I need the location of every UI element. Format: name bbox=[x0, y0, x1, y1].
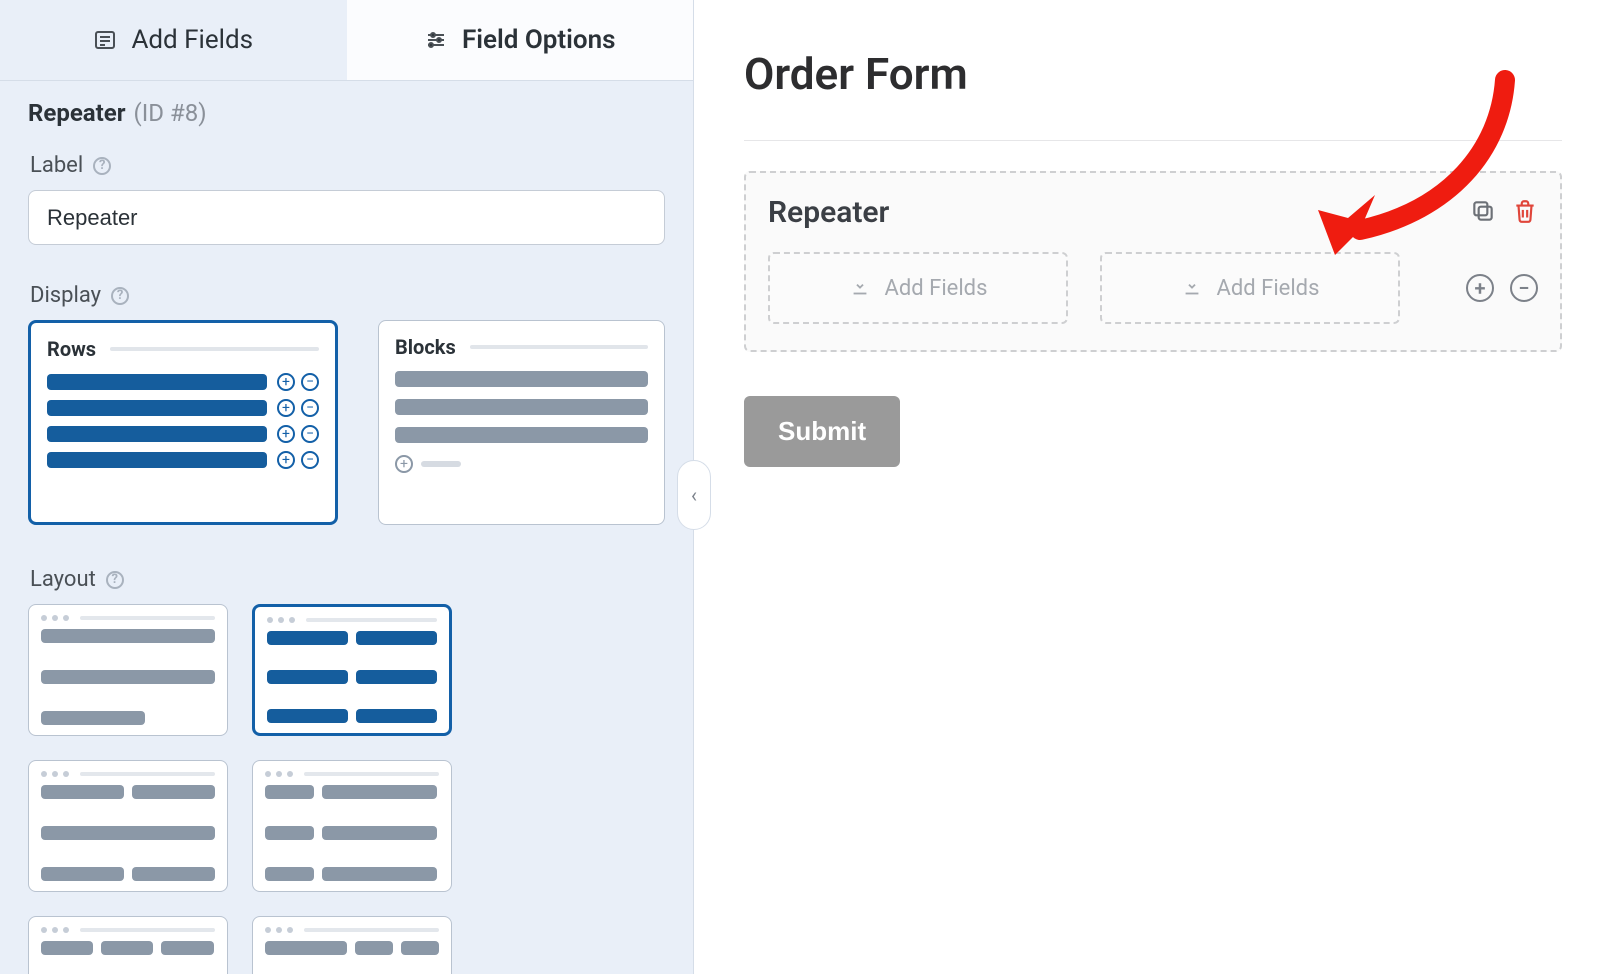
collapse-panel-toggle[interactable]: ‹ bbox=[677, 460, 711, 530]
display-section-heading: Display bbox=[30, 283, 101, 308]
form-title: Order Form bbox=[744, 48, 1562, 100]
help-icon[interactable]: ? bbox=[93, 157, 111, 175]
repeater-add-button[interactable]: + bbox=[1466, 274, 1494, 302]
download-icon bbox=[1181, 277, 1203, 299]
layout-section-heading: Layout bbox=[30, 567, 96, 592]
layout-option-2[interactable] bbox=[28, 760, 228, 892]
field-type-name: Repeater bbox=[28, 99, 126, 127]
repeater-field[interactable]: Repeater Add Fields bbox=[744, 171, 1562, 352]
display-option-blocks[interactable]: Blocks + bbox=[378, 320, 665, 525]
settings-panel: Add Fields Field Options Repeater (ID #8… bbox=[0, 0, 694, 974]
layout-option-0[interactable] bbox=[28, 604, 228, 736]
label-input[interactable] bbox=[28, 190, 665, 245]
layout-option-5[interactable] bbox=[252, 916, 452, 974]
layout-options bbox=[28, 604, 665, 974]
display-option-rows[interactable]: Rows +− +− +− +− bbox=[28, 320, 338, 525]
label-section-heading: Label bbox=[30, 153, 83, 178]
add-fields-slot-1-label: Add Fields bbox=[885, 276, 988, 301]
decoration bbox=[470, 345, 648, 349]
layout-option-4[interactable] bbox=[28, 916, 228, 974]
sliders-icon bbox=[424, 28, 448, 52]
form-preview-canvas[interactable]: Order Form Repeater bbox=[694, 0, 1600, 974]
trash-icon[interactable] bbox=[1512, 198, 1538, 228]
download-icon bbox=[849, 277, 871, 299]
tab-field-options-label: Field Options bbox=[462, 25, 616, 55]
repeater-field-label: Repeater bbox=[768, 195, 889, 230]
add-fields-slot-2[interactable]: Add Fields bbox=[1100, 252, 1400, 324]
help-icon[interactable]: ? bbox=[106, 571, 124, 589]
duplicate-icon[interactable] bbox=[1470, 198, 1496, 228]
divider bbox=[744, 140, 1562, 141]
submit-button[interactable]: Submit bbox=[744, 396, 900, 467]
tab-add-fields[interactable]: Add Fields bbox=[0, 0, 347, 80]
form-preview-frame: Order Form Repeater bbox=[694, 0, 1600, 974]
help-icon[interactable]: ? bbox=[111, 287, 129, 305]
add-fields-slot-1[interactable]: Add Fields bbox=[768, 252, 1068, 324]
add-fields-slot-2-label: Add Fields bbox=[1217, 276, 1320, 301]
display-option-blocks-title: Blocks bbox=[395, 335, 456, 359]
repeater-remove-button[interactable]: − bbox=[1510, 274, 1538, 302]
panel-tabs: Add Fields Field Options bbox=[0, 0, 693, 81]
list-icon bbox=[93, 28, 117, 52]
layout-option-1[interactable] bbox=[252, 604, 452, 736]
field-id-label: (ID #8) bbox=[134, 99, 207, 127]
display-option-rows-title: Rows bbox=[47, 337, 96, 361]
decoration bbox=[110, 347, 319, 351]
tab-add-fields-label: Add Fields bbox=[131, 25, 253, 55]
tab-field-options[interactable]: Field Options bbox=[347, 0, 694, 80]
field-type-heading: Repeater (ID #8) bbox=[28, 99, 665, 127]
layout-option-3[interactable] bbox=[252, 760, 452, 892]
